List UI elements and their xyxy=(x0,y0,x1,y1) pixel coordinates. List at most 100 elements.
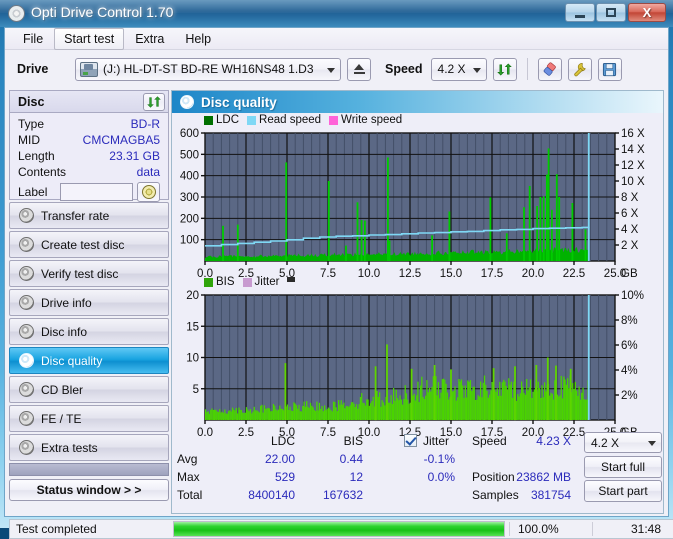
svg-text:6%: 6% xyxy=(621,340,638,352)
sidebar-item-label: Disc info xyxy=(41,324,88,339)
stats-position-value: 23862 MB xyxy=(516,470,571,484)
eject-button[interactable] xyxy=(347,57,371,81)
legend-label-write-speed: Write speed xyxy=(341,114,403,126)
disc-refresh-button[interactable] xyxy=(143,93,165,111)
disc-length-value: 23.31 GB xyxy=(109,149,160,163)
stats-samples-value: 381754 xyxy=(530,488,571,502)
eraser-icon xyxy=(543,61,556,76)
left-panel: Disc Type BD-R MID CMCMAGBA5 Length 23.3… xyxy=(9,90,169,514)
sidebar-filler xyxy=(9,463,169,476)
save-button[interactable] xyxy=(597,57,622,81)
disc-type-value: BD-R xyxy=(130,117,160,131)
sidebar-item-extra-tests[interactable]: Extra tests xyxy=(9,434,169,461)
stats-bis-total: 167632 xyxy=(322,488,363,502)
legend-swatch-ldc xyxy=(204,115,213,125)
drive-select[interactable]: (J:) HL-DT-ST BD-RE WH16NS48 1.D3 xyxy=(75,57,341,81)
ldc-chart: LDC Read speed Write speed 100 200 300 400 5… xyxy=(172,113,663,283)
legend-swatch-bis xyxy=(204,277,213,287)
extra-tests-icon xyxy=(19,440,34,455)
disc-label-input[interactable] xyxy=(60,183,133,201)
cd-disc-icon xyxy=(141,185,156,199)
sidebar-item-drive-info[interactable]: Drive info xyxy=(9,289,169,316)
statistics-panel: LDC BIS Jitter Avg Max Total 22.00 529 8… xyxy=(173,432,664,502)
disc-contents-label: Contents xyxy=(18,165,67,179)
menu-start-test[interactable]: Start test xyxy=(54,27,125,50)
sidebar-item-transfer-rate[interactable]: Transfer rate xyxy=(9,202,169,229)
disc-mid-value: CMCMAGBA5 xyxy=(82,133,160,147)
svg-text:600: 600 xyxy=(180,128,199,140)
sidebar-item-label: Transfer rate xyxy=(41,208,110,223)
status-bar: Test completed 100.0% 31:48 xyxy=(9,519,673,539)
svg-text:2%: 2% xyxy=(621,390,638,402)
cd-bler-icon xyxy=(19,382,34,397)
sidebar-item-label: Create test disc xyxy=(41,237,125,252)
start-full-button[interactable]: Start full xyxy=(584,456,662,478)
disc-info-row-contents: Contents data xyxy=(18,164,160,180)
speed-select-value: 4.2 X xyxy=(437,62,466,76)
sidebar-item-verify-test-disc[interactable]: Verify test disc xyxy=(9,260,169,287)
stats-jitter-max: 0.0% xyxy=(427,470,455,484)
chevron-down-icon xyxy=(472,67,481,73)
tools-button[interactable] xyxy=(567,57,592,81)
menu-extra[interactable]: Extra xyxy=(125,28,174,50)
stats-header-ldc: LDC xyxy=(270,434,295,448)
svg-text:10: 10 xyxy=(186,353,199,365)
test-speed-select[interactable]: 4.2 X xyxy=(584,432,662,453)
maximize-button[interactable] xyxy=(596,3,626,22)
title-bar: Opti Drive Control 1.70 X xyxy=(0,0,673,27)
sidebar-item-cd-bler[interactable]: CD Bler xyxy=(9,376,169,403)
progress-bar-fill xyxy=(174,522,504,536)
eject-icon xyxy=(353,64,365,74)
start-part-button[interactable]: Start part xyxy=(584,480,662,502)
minimize-icon xyxy=(575,14,585,18)
minimize-button[interactable] xyxy=(565,3,595,22)
legend-label-jitter: Jitter xyxy=(254,276,280,288)
maximize-icon xyxy=(606,8,616,17)
status-window-button[interactable]: Status window > > xyxy=(9,479,169,501)
close-button[interactable]: X xyxy=(628,3,666,22)
chevron-down-icon xyxy=(327,67,335,73)
legend-swatch-read-speed xyxy=(247,115,257,125)
sidebar-item-label: CD Bler xyxy=(41,382,84,397)
client-area: File Start test Extra Help Drive (J:) HL… xyxy=(4,27,673,539)
ldc-chart-canvas: 100 200 300 400 500 600 2 X 4 X 6 X 8 X 10 X 12 X 14… xyxy=(180,128,645,280)
sidebar-item-label: Extra tests xyxy=(41,440,98,455)
read-disc-label-button[interactable] xyxy=(137,182,160,202)
disc-panel-header: Disc xyxy=(9,90,169,112)
disc-info-row-type: Type BD-R xyxy=(18,116,160,132)
sidebar-item-disc-info[interactable]: Disc info xyxy=(9,318,169,345)
bis-chart: BIS Jitter 5 10 15 20 2% 4% 6% 8% 10% 0.0 2.5 5.0 7.… xyxy=(172,276,663,446)
svg-text:4%: 4% xyxy=(621,365,638,377)
svg-text:20: 20 xyxy=(186,290,199,302)
svg-text:14 X: 14 X xyxy=(621,144,645,156)
refresh-button[interactable] xyxy=(492,57,517,81)
disc-label-row: Label xyxy=(18,181,160,203)
speed-select[interactable]: 4.2 X xyxy=(430,57,487,81)
svg-text:500: 500 xyxy=(180,149,199,161)
menu-file[interactable]: File xyxy=(13,28,53,50)
disc-info-row-length: Length 23.31 GB xyxy=(18,148,160,164)
disc-panel-title: Disc xyxy=(18,94,45,109)
stats-ldc-max: 529 xyxy=(274,470,295,484)
stats-header-bis: BIS xyxy=(343,434,363,448)
disc-icon xyxy=(8,5,25,22)
sidebar-item-create-test-disc[interactable]: Create test disc xyxy=(9,231,169,258)
disc-type-label: Type xyxy=(18,117,45,131)
svg-text:8%: 8% xyxy=(621,315,638,327)
toolbar-separator xyxy=(526,58,528,80)
sidebar-item-fe-te[interactable]: FE / TE xyxy=(9,405,169,432)
erase-button[interactable] xyxy=(537,57,562,81)
stats-ldc-total: 8400140 xyxy=(248,488,295,502)
sidebar-item-disc-quality[interactable]: Disc quality xyxy=(9,347,169,374)
disc-mid-label: MID xyxy=(18,133,40,147)
menu-help[interactable]: Help xyxy=(175,28,221,50)
sidebar-item-label: FE / TE xyxy=(41,411,82,426)
refresh-icon xyxy=(147,96,161,108)
drive-select-value: (J:) HL-DT-ST BD-RE WH16NS48 1.D3 xyxy=(103,62,314,76)
stats-speed-label: Speed xyxy=(472,434,507,448)
disc-contents-value: data xyxy=(136,165,160,179)
test-speed-select-value: 4.2 X xyxy=(591,435,620,450)
sidebar-item-label: Disc quality xyxy=(41,353,103,368)
jitter-checkbox[interactable] xyxy=(404,434,417,447)
stats-bis-avg: 0.44 xyxy=(339,452,363,466)
